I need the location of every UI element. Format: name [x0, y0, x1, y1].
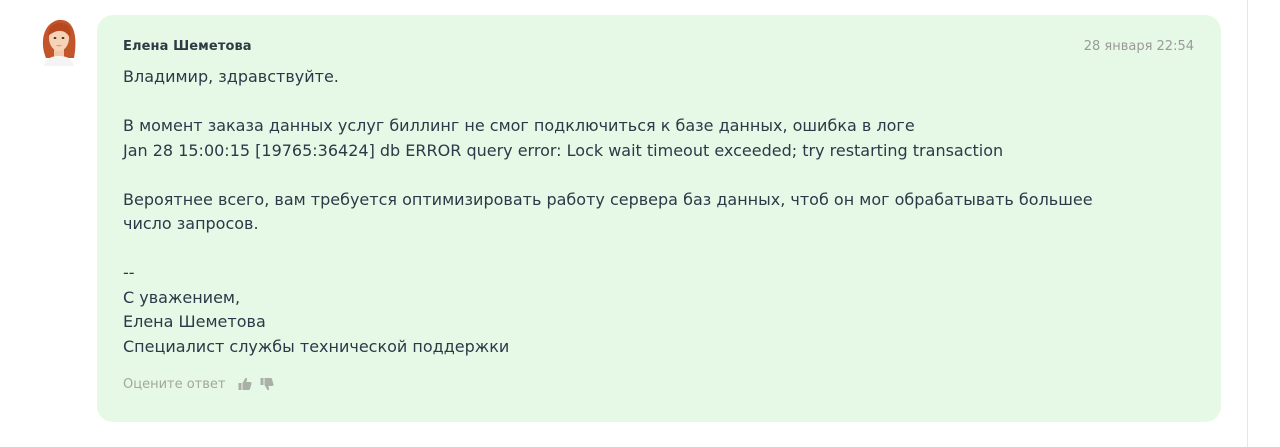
message-row: Елена Шеметова 28 января 22:54 Владимир,… — [0, 0, 1280, 447]
message-bubble: Елена Шеметова 28 января 22:54 Владимир,… — [97, 15, 1221, 422]
rating-bar: Оцените ответ — [123, 376, 275, 392]
body-line: число запросов. — [123, 214, 259, 233]
signature-role: Специалист службы технической поддержки — [123, 336, 510, 356]
author-name: Елена Шеметова — [123, 39, 252, 54]
body-line: В момент заказа данных услуг биллинг не … — [123, 116, 915, 135]
avatar-image — [42, 19, 76, 66]
thumbs-down-icon[interactable] — [259, 376, 275, 392]
thumbs-up-icon[interactable] — [237, 376, 253, 392]
body-line: Вероятнее всего, вам требуется оптимизир… — [123, 189, 1093, 209]
signature-separator: -- — [123, 263, 135, 282]
signature-name: Елена Шеметова — [123, 312, 266, 331]
signature-regards: С уважением, — [123, 287, 241, 307]
rating-label: Оцените ответ — [123, 376, 226, 392]
message-timestamp: 28 января 22:54 — [1083, 39, 1194, 54]
avatar — [36, 14, 82, 66]
greeting-line: Владимир, здравствуйте. — [123, 67, 339, 86]
error-log-line: Jan 28 15:00:15 [19765:36424] db ERROR q… — [123, 140, 1004, 160]
message-body: Владимир, здравствуйте. В момент заказа … — [123, 65, 1183, 359]
